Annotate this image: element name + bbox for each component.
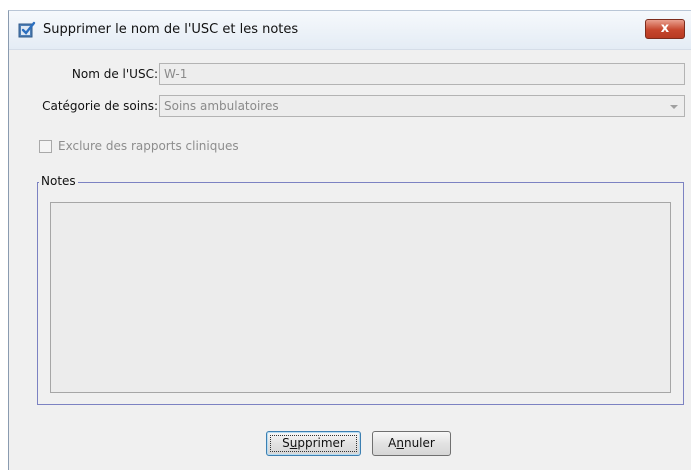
notes-textarea[interactable] — [50, 202, 671, 393]
title-bar[interactable]: Supprimer le nom de l'USC et les notes x — [9, 11, 691, 50]
close-button[interactable]: x — [645, 19, 685, 39]
close-icon: x — [660, 21, 670, 36]
chevron-down-icon — [670, 105, 678, 109]
delete-button[interactable]: Supprimer — [266, 431, 361, 456]
care-category-label: Catégorie de soins: — [42, 99, 158, 113]
dialog-window: Supprimer le nom de l'USC et les notes x… — [8, 10, 691, 470]
notes-legend: Notes — [39, 174, 78, 188]
care-category-value: Soins ambulatoires — [164, 99, 279, 113]
cancel-button[interactable]: Annuler — [372, 431, 451, 456]
usc-name-value: W-1 — [164, 67, 188, 81]
exclude-checkbox[interactable] — [39, 140, 52, 153]
app-icon — [18, 21, 36, 38]
usc-name-field[interactable]: W-1 — [159, 63, 685, 85]
focus-ring — [270, 435, 357, 452]
care-category-select[interactable]: Soins ambulatoires — [159, 95, 685, 117]
dialog-title: Supprimer le nom de l'USC et les notes — [43, 22, 299, 37]
usc-name-label: Nom de l'USC: — [71, 67, 158, 81]
cancel-label-mnemonic: n — [396, 436, 404, 450]
notes-group: Notes — [37, 174, 684, 405]
cancel-label-post: nuler — [403, 436, 435, 450]
exclude-label: Exclure des rapports cliniques — [58, 139, 239, 153]
